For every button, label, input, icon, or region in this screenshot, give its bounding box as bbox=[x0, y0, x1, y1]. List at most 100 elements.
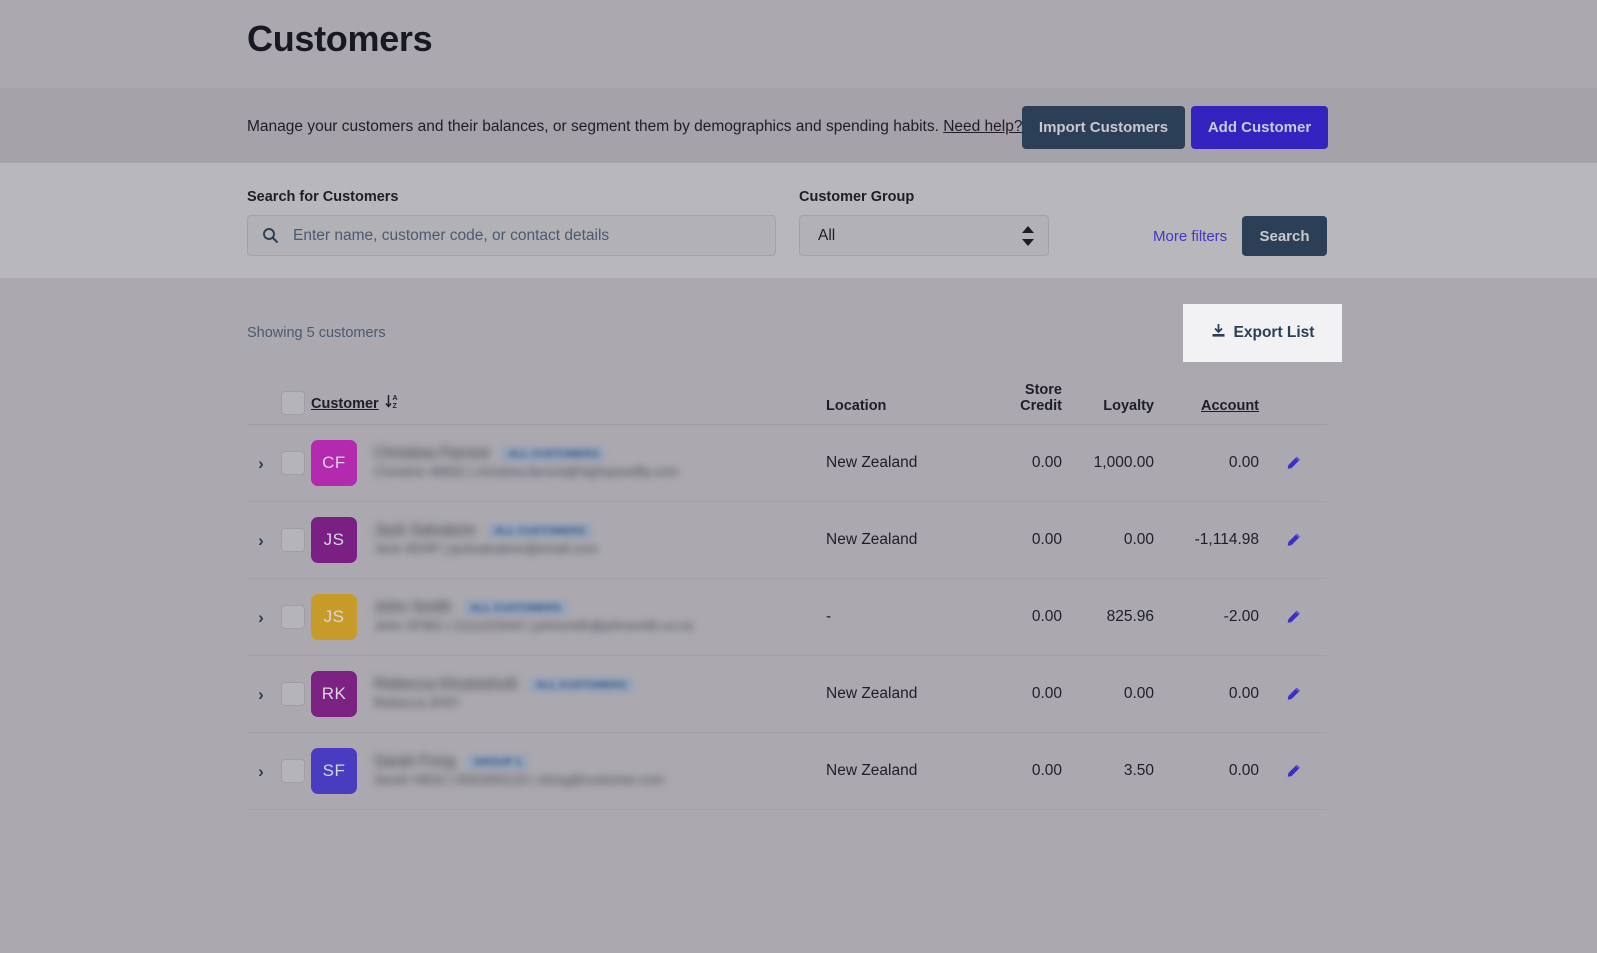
edit-cell[interactable] bbox=[1259, 686, 1327, 703]
spinner-arrows[interactable] bbox=[1022, 225, 1034, 246]
download-icon bbox=[1211, 323, 1226, 343]
svg-text:A: A bbox=[392, 396, 397, 403]
store-credit-cell: 0.00 bbox=[1031, 531, 1062, 548]
customer-cell[interactable]: JS John Smith ALL CUSTOMERS John GFBG | 211… bbox=[311, 594, 826, 640]
sort-az-descending-icon[interactable]: A Z bbox=[385, 393, 400, 415]
chevron-up-icon[interactable] bbox=[1022, 225, 1034, 233]
expand-cell[interactable]: › bbox=[247, 532, 275, 549]
page-title: Customers bbox=[247, 18, 433, 59]
customer-details: Rebecca 2F8Y bbox=[374, 695, 460, 710]
showing-count: Showing 5 customers bbox=[247, 325, 386, 341]
row-checkbox[interactable] bbox=[281, 759, 305, 783]
row-select-cell[interactable] bbox=[275, 528, 311, 552]
select-all-cell bbox=[275, 391, 311, 415]
store-credit-cell: 0.00 bbox=[1031, 762, 1062, 779]
row-checkbox[interactable] bbox=[281, 682, 305, 706]
loyalty-cell: 3.50 bbox=[1123, 762, 1154, 779]
customer-group-badge: ALL CUSTOMERS bbox=[487, 523, 592, 539]
expand-cell[interactable]: › bbox=[247, 763, 275, 780]
row-select-cell[interactable] bbox=[275, 451, 311, 475]
chevron-right-icon[interactable]: › bbox=[258, 686, 264, 703]
table-row[interactable]: › JS John Smith ALL CUSTOMERS John GFBG | 21… bbox=[247, 579, 1327, 656]
store-credit-cell: 0.00 bbox=[1031, 685, 1062, 702]
customers-page: Customers Manage your customers and thei… bbox=[0, 0, 1597, 953]
location-cell: - bbox=[826, 608, 832, 625]
avatar: SF bbox=[311, 748, 357, 794]
customer-details: Jack 4DHP | jacksalvatore@email.com bbox=[374, 541, 598, 556]
location-cell: New Zealand bbox=[826, 685, 918, 702]
table-row[interactable]: › CF Christina Parrest ALL CUSTOMERS Christi… bbox=[247, 425, 1327, 502]
export-list-button[interactable]: Export List bbox=[1183, 304, 1342, 362]
store-credit-cell: 0.00 bbox=[1031, 454, 1062, 471]
pencil-icon[interactable] bbox=[1285, 609, 1302, 626]
customer-details: Christine 48832 | christina.farrest@high… bbox=[374, 464, 678, 479]
search-icon bbox=[262, 227, 279, 244]
row-checkbox[interactable] bbox=[281, 605, 305, 629]
edit-cell[interactable] bbox=[1259, 763, 1327, 780]
search-input[interactable]: Enter name, customer code, or contact de… bbox=[247, 215, 776, 256]
edit-cell[interactable] bbox=[1259, 455, 1327, 472]
import-customers-button[interactable]: Import Customers bbox=[1022, 106, 1185, 149]
edit-cell[interactable] bbox=[1259, 609, 1327, 626]
account-cell: 0.00 bbox=[1228, 685, 1259, 702]
need-help-link[interactable]: Need help? bbox=[943, 118, 1022, 135]
pencil-icon[interactable] bbox=[1285, 455, 1302, 472]
table-row[interactable]: › SF Sarah Fong GROUP 1 Sarah HB32 | 0563355… bbox=[247, 733, 1327, 810]
customer-name: Rebecca Khutsishvili bbox=[374, 676, 518, 693]
pencil-icon[interactable] bbox=[1285, 686, 1302, 703]
customer-cell[interactable]: RK Rebecca Khutsishvili ALL CUSTOMERS Rebec… bbox=[311, 671, 826, 717]
loyalty-cell: 0.00 bbox=[1123, 685, 1154, 702]
expand-cell[interactable]: › bbox=[247, 455, 275, 472]
more-filters-link[interactable]: More filters bbox=[1153, 228, 1227, 245]
customer-name: Sarah Fong bbox=[374, 753, 455, 770]
row-select-cell[interactable] bbox=[275, 682, 311, 706]
search-button[interactable]: Search bbox=[1242, 216, 1327, 256]
svg-text:Z: Z bbox=[392, 404, 397, 411]
row-checkbox[interactable] bbox=[281, 451, 305, 475]
customer-group-badge: ALL CUSTOMERS bbox=[463, 600, 568, 616]
chevron-down-icon[interactable] bbox=[1022, 238, 1034, 246]
account-header-cell[interactable]: Account bbox=[1154, 398, 1259, 415]
account-cell: 0.00 bbox=[1228, 454, 1259, 471]
customer-header-cell[interactable]: Customer A Z bbox=[311, 393, 826, 415]
select-all-checkbox[interactable] bbox=[281, 391, 305, 415]
customer-cell[interactable]: SF Sarah Fong GROUP 1 Sarah HB32 | 05633551… bbox=[311, 748, 826, 794]
edit-cell[interactable] bbox=[1259, 532, 1327, 549]
location-cell: New Zealand bbox=[826, 762, 918, 779]
chevron-right-icon[interactable]: › bbox=[258, 532, 264, 549]
chevron-right-icon[interactable]: › bbox=[258, 609, 264, 626]
customers-table: Customer A Z Location Store Credit Loyalt… bbox=[247, 370, 1327, 810]
chevron-right-icon[interactable]: › bbox=[258, 455, 264, 472]
customer-details: John GFBG | 2111223344 | johnsmith@johns… bbox=[374, 618, 694, 633]
chevron-right-icon[interactable]: › bbox=[258, 763, 264, 780]
customer-cell[interactable]: JS Jack Salvatore ALL CUSTOMERS Jack 4DHP |… bbox=[311, 517, 826, 563]
table-body: › CF Christina Parrest ALL CUSTOMERS Christi… bbox=[247, 425, 1327, 810]
location-cell: New Zealand bbox=[826, 454, 918, 471]
customer-group-select[interactable]: All bbox=[799, 215, 1049, 256]
account-cell: 0.00 bbox=[1228, 762, 1259, 779]
add-customer-button[interactable]: Add Customer bbox=[1191, 106, 1328, 149]
row-select-cell[interactable] bbox=[275, 759, 311, 783]
account-column-label[interactable]: Account bbox=[1201, 398, 1259, 414]
customer-name: John Smith bbox=[374, 599, 452, 616]
store-credit-cell: 0.00 bbox=[1031, 608, 1062, 625]
expand-cell[interactable]: › bbox=[247, 609, 275, 626]
customer-cell[interactable]: CF Christina Parrest ALL CUSTOMERS Christin… bbox=[311, 440, 826, 486]
table-row[interactable]: › JS Jack Salvatore ALL CUSTOMERS Jack 4DHP … bbox=[247, 502, 1327, 579]
customer-column-label[interactable]: Customer bbox=[311, 396, 379, 413]
avatar: JS bbox=[311, 517, 357, 563]
search-placeholder: Enter name, customer code, or contact de… bbox=[293, 226, 610, 244]
loyalty-cell: 1,000.00 bbox=[1093, 454, 1154, 471]
account-cell: -2.00 bbox=[1223, 608, 1259, 625]
store-credit-header-cell: Store Credit bbox=[1020, 381, 1062, 415]
row-select-cell[interactable] bbox=[275, 605, 311, 629]
location-header-cell: Location bbox=[826, 398, 887, 415]
loyalty-cell: 825.96 bbox=[1106, 608, 1154, 625]
table-row[interactable]: › RK Rebecca Khutsishvili ALL CUSTOMERS Rebe… bbox=[247, 656, 1327, 733]
pencil-icon[interactable] bbox=[1285, 763, 1302, 780]
pencil-icon[interactable] bbox=[1285, 532, 1302, 549]
location-cell: New Zealand bbox=[826, 531, 918, 548]
page-description: Manage your customers and their balances… bbox=[247, 117, 1041, 136]
row-checkbox[interactable] bbox=[281, 528, 305, 552]
expand-cell[interactable]: › bbox=[247, 686, 275, 703]
